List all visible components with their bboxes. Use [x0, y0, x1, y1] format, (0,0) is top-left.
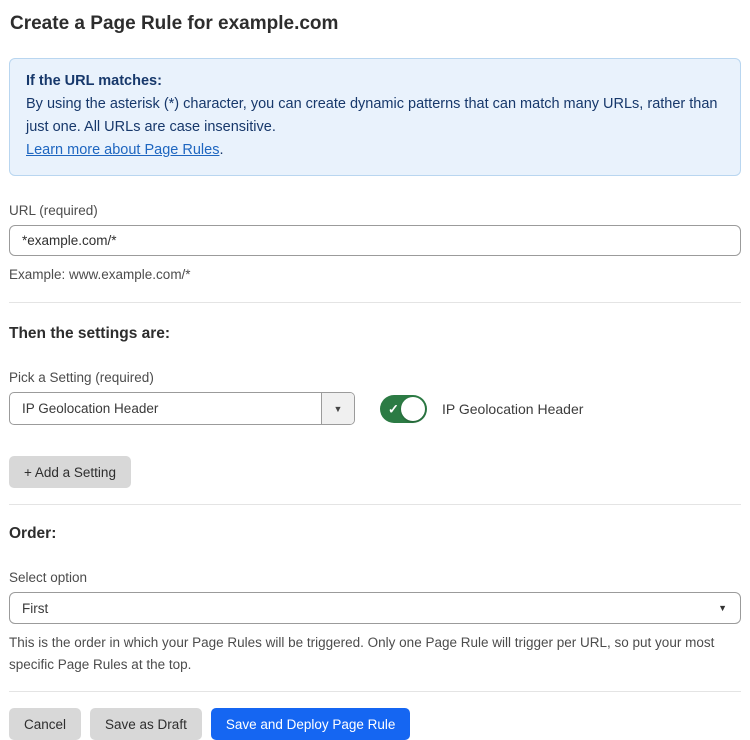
info-box-link-line: Learn more about Page Rules. [26, 139, 724, 162]
pick-setting-selected-value: IP Geolocation Header [10, 393, 321, 424]
pick-setting-select[interactable]: IP Geolocation Header ▼ [9, 392, 355, 425]
footer-button-row: Cancel Save as Draft Save and Deploy Pag… [9, 708, 741, 740]
order-helper-text: This is the order in which your Page Rul… [9, 632, 741, 676]
url-example-helper: Example: www.example.com/* [9, 264, 741, 286]
link-period: . [219, 142, 223, 158]
order-selected-value: First [22, 601, 48, 616]
setting-row: IP Geolocation Header ▼ ✓ IP Geolocation… [9, 392, 741, 425]
url-field-label: URL (required) [9, 203, 741, 218]
save-as-draft-button[interactable]: Save as Draft [90, 708, 202, 740]
order-section-heading: Order: [9, 525, 741, 543]
pick-setting-arrow-button[interactable]: ▼ [321, 393, 354, 424]
toggle-label: IP Geolocation Header [442, 401, 583, 417]
divider [9, 504, 741, 505]
add-setting-button[interactable]: + Add a Setting [9, 456, 131, 488]
info-box-heading: If the URL matches: [26, 70, 724, 93]
check-icon: ✓ [388, 402, 399, 415]
divider [9, 302, 741, 303]
ip-geolocation-toggle-group: ✓ IP Geolocation Header [380, 395, 583, 423]
order-select-label: Select option [9, 570, 741, 585]
chevron-down-icon: ▼ [718, 603, 727, 613]
save-and-deploy-button[interactable]: Save and Deploy Page Rule [211, 708, 411, 740]
settings-section-heading: Then the settings are: [9, 325, 741, 343]
learn-more-link[interactable]: Learn more about Page Rules [26, 142, 219, 158]
chevron-down-icon: ▼ [334, 404, 343, 414]
info-box-body: By using the asterisk (*) character, you… [26, 93, 724, 139]
page-rule-form: Create a Page Rule for example.com If th… [0, 13, 750, 740]
url-matches-info-box: If the URL matches: By using the asteris… [9, 58, 741, 176]
url-input[interactable] [9, 225, 741, 256]
toggle-knob [401, 397, 425, 421]
order-select[interactable]: First ▼ [9, 592, 741, 624]
divider [9, 691, 741, 692]
ip-geolocation-toggle[interactable]: ✓ [380, 395, 427, 423]
page-title: Create a Page Rule for example.com [10, 13, 740, 35]
pick-setting-label: Pick a Setting (required) [9, 370, 741, 385]
cancel-button[interactable]: Cancel [9, 708, 81, 740]
